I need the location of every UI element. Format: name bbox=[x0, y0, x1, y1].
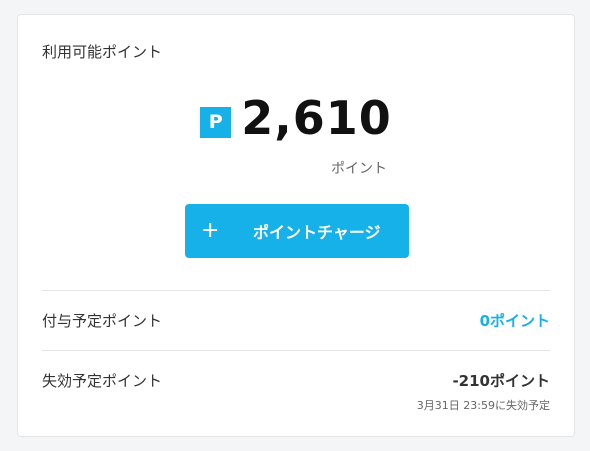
pending-points-label: 付与予定ポイント bbox=[42, 312, 163, 330]
available-points-value: 2,610 bbox=[241, 91, 392, 145]
point-charge-label: ポイントチャージ bbox=[253, 223, 381, 242]
pending-points-value: 0ポイント bbox=[479, 312, 550, 330]
points-card: 利用可能ポイント P 2,610 ポイント + ポイントチャージ 付与予定ポイン… bbox=[17, 14, 575, 437]
expiring-points-label: 失効予定ポイント bbox=[42, 372, 163, 390]
divider bbox=[42, 290, 550, 291]
available-points-unit: ポイント bbox=[331, 161, 387, 177]
divider bbox=[42, 350, 550, 351]
points-p-icon: P bbox=[200, 106, 232, 138]
expiring-points-value: -210ポイント bbox=[452, 372, 550, 390]
plus-icon: + bbox=[201, 218, 220, 243]
expiry-date-note: 3月31日 23:59に失効予定 bbox=[416, 399, 550, 412]
available-points-display: P 2,610 bbox=[18, 95, 574, 141]
available-points-title: 利用可能ポイント bbox=[42, 43, 163, 61]
point-charge-button[interactable]: + ポイントチャージ bbox=[185, 204, 409, 258]
